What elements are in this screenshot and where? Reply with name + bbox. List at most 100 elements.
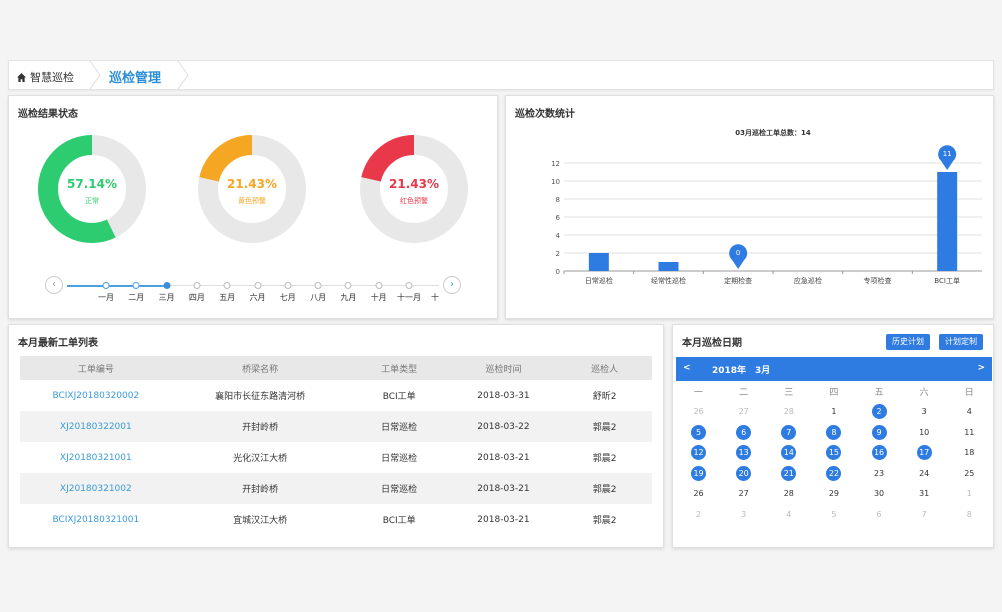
calendar-day[interactable]: 7 xyxy=(766,424,811,440)
calendar-week: 19 20 21 22 23 24 25 xyxy=(676,463,992,484)
timeline-dot[interactable] xyxy=(254,282,261,289)
calendar-day[interactable]: 6 xyxy=(857,510,902,519)
timeline-month[interactable]: 三月 xyxy=(159,292,175,303)
timeline-dot[interactable] xyxy=(344,282,352,289)
timeline-month[interactable]: 二月 xyxy=(128,292,144,303)
bar[interactable] xyxy=(658,262,679,271)
calendar-prev-button[interactable]: < xyxy=(683,363,691,373)
calendar-day[interactable]: 1 xyxy=(811,407,856,416)
calendar-day[interactable]: 24 xyxy=(902,469,947,478)
calendar-day[interactable]: 12 xyxy=(676,445,721,461)
table-row[interactable]: XJ20180321001 光化汉江大桥 日常巡检 2018-03-21 郭晨2 xyxy=(20,442,652,473)
table-row[interactable]: XJ20180321002 开封岭桥 日常巡检 2018-03-21 郭晨2 xyxy=(20,473,652,504)
calendar-day[interactable]: 1 xyxy=(947,489,992,498)
workorder-code-link[interactable]: BCIXJ20180321001 xyxy=(20,504,172,535)
table-row[interactable]: XJ20180322001 开封岭桥 日常巡检 2018-03-22 郭晨2 xyxy=(20,411,652,442)
calendar-day[interactable]: 26 xyxy=(676,489,721,498)
workorder-code-link[interactable]: BCIXJ20180320002 xyxy=(20,380,172,411)
calendar-day[interactable]: 20 xyxy=(721,465,766,481)
breadcrumb-home[interactable]: 智慧巡检 xyxy=(17,69,74,85)
day-number: 6 xyxy=(876,509,882,519)
calendar-day[interactable]: 26 xyxy=(676,407,721,416)
table-row[interactable]: BCIXJ20180320002 襄阳市长征东路清河桥 BCI工单 2018-03-3… xyxy=(20,380,652,411)
column-header[interactable]: 工单类型 xyxy=(348,356,450,380)
bar[interactable] xyxy=(588,253,609,271)
workorder-code-link[interactable]: XJ20180322001 xyxy=(20,411,172,442)
calendar-day[interactable]: 9 xyxy=(857,424,902,440)
timeline-dot[interactable] xyxy=(314,282,322,289)
breadcrumb: 智慧巡检 巡检管理 xyxy=(8,60,994,90)
inspection-day-marker: 9 xyxy=(871,424,887,440)
timeline-month[interactable]: 一月 xyxy=(98,292,114,303)
timeline-dot[interactable] xyxy=(223,282,231,289)
timeline-month[interactable]: 十一月 xyxy=(397,292,421,303)
calendar-day[interactable]: 31 xyxy=(902,489,947,498)
calendar-day[interactable]: 6 xyxy=(721,424,766,440)
timeline-dot[interactable] xyxy=(405,282,413,289)
timeline-month[interactable]: 九月 xyxy=(340,292,356,303)
calendar-day[interactable]: 5 xyxy=(676,424,721,440)
column-header[interactable]: 工单编号 xyxy=(20,356,172,380)
history-plan-button[interactable]: 历史计划 xyxy=(886,334,930,350)
calendar-day[interactable]: 17 xyxy=(902,445,947,461)
calendar-day[interactable]: 23 xyxy=(857,469,902,478)
calendar-day[interactable]: 13 xyxy=(721,445,766,461)
breadcrumb-current[interactable]: 巡检管理 xyxy=(109,67,161,86)
column-header[interactable]: 桥梁名称 xyxy=(171,356,349,380)
timeline-month[interactable]: 五月 xyxy=(219,292,235,303)
calendar-day[interactable]: 22 xyxy=(811,465,856,481)
calendar-day[interactable]: 30 xyxy=(857,489,902,498)
calendar-year[interactable]: 2018年 xyxy=(712,363,746,376)
timeline-month[interactable]: 四月 xyxy=(189,292,205,303)
calendar-day[interactable]: 21 xyxy=(766,465,811,481)
day-number: 29 xyxy=(828,489,840,499)
calendar-day[interactable]: 19 xyxy=(676,465,721,481)
calendar-day[interactable]: 10 xyxy=(902,428,947,437)
timeline-month[interactable]: 十 xyxy=(431,292,439,303)
calendar-day[interactable]: 29 xyxy=(811,489,856,498)
calendar-day[interactable]: 15 xyxy=(811,445,856,461)
timeline-dot[interactable] xyxy=(193,282,201,289)
table-cell: 2018-03-21 xyxy=(477,452,530,463)
column-header[interactable]: 巡检人 xyxy=(557,356,652,380)
calendar-day[interactable]: 28 xyxy=(766,489,811,498)
calendar-day[interactable]: 18 xyxy=(947,448,992,457)
calendar-day[interactable]: 8 xyxy=(947,510,992,519)
timeline-month[interactable]: 六月 xyxy=(250,292,266,303)
calendar-day[interactable]: 16 xyxy=(857,445,902,461)
calendar-day[interactable]: 2 xyxy=(857,404,902,420)
calendar-next-button[interactable]: > xyxy=(977,363,985,373)
timeline-dot[interactable] xyxy=(163,282,171,289)
timeline-month[interactable]: 七月 xyxy=(280,292,296,303)
bar[interactable] xyxy=(937,172,958,271)
timeline-dot[interactable] xyxy=(284,282,292,289)
calendar-day[interactable]: 3 xyxy=(902,407,947,416)
workorder-code-link[interactable]: XJ20180321001 xyxy=(20,442,172,473)
calendar-day[interactable]: 2 xyxy=(676,510,721,519)
timeline-dot[interactable] xyxy=(132,282,140,289)
plan-customize-button[interactable]: 计划定制 xyxy=(939,334,983,350)
table-row[interactable]: BCIXJ20180321001 宜城汉江大桥 BCI工单 2018-03-21 郭晨2 xyxy=(20,504,652,535)
calendar-month[interactable]: 3月 xyxy=(755,363,770,376)
timeline-prev-button[interactable]: ‹ xyxy=(45,276,63,294)
donut-percent: 57.14% xyxy=(67,177,117,191)
calendar-day[interactable]: 5 xyxy=(811,510,856,519)
calendar-day[interactable]: 3 xyxy=(721,510,766,519)
column-header[interactable]: 巡检时间 xyxy=(449,356,558,380)
timeline-next-button[interactable]: › xyxy=(443,276,461,294)
calendar-day[interactable]: 7 xyxy=(902,510,947,519)
calendar-day[interactable]: 27 xyxy=(721,407,766,416)
calendar-day[interactable]: 8 xyxy=(811,424,856,440)
calendar-day[interactable]: 25 xyxy=(947,469,992,478)
workorder-code-link[interactable]: XJ20180321002 xyxy=(20,473,172,504)
calendar-day[interactable]: 4 xyxy=(766,510,811,519)
calendar-day[interactable]: 4 xyxy=(947,407,992,416)
timeline-month[interactable]: 八月 xyxy=(310,292,326,303)
timeline-dot[interactable] xyxy=(375,282,383,289)
calendar-day[interactable]: 27 xyxy=(721,489,766,498)
calendar-day[interactable]: 14 xyxy=(766,445,811,461)
timeline-month[interactable]: 十月 xyxy=(371,292,387,303)
timeline-dot[interactable] xyxy=(102,282,110,289)
calendar-day[interactable]: 11 xyxy=(947,428,992,437)
calendar-day[interactable]: 28 xyxy=(766,407,811,416)
